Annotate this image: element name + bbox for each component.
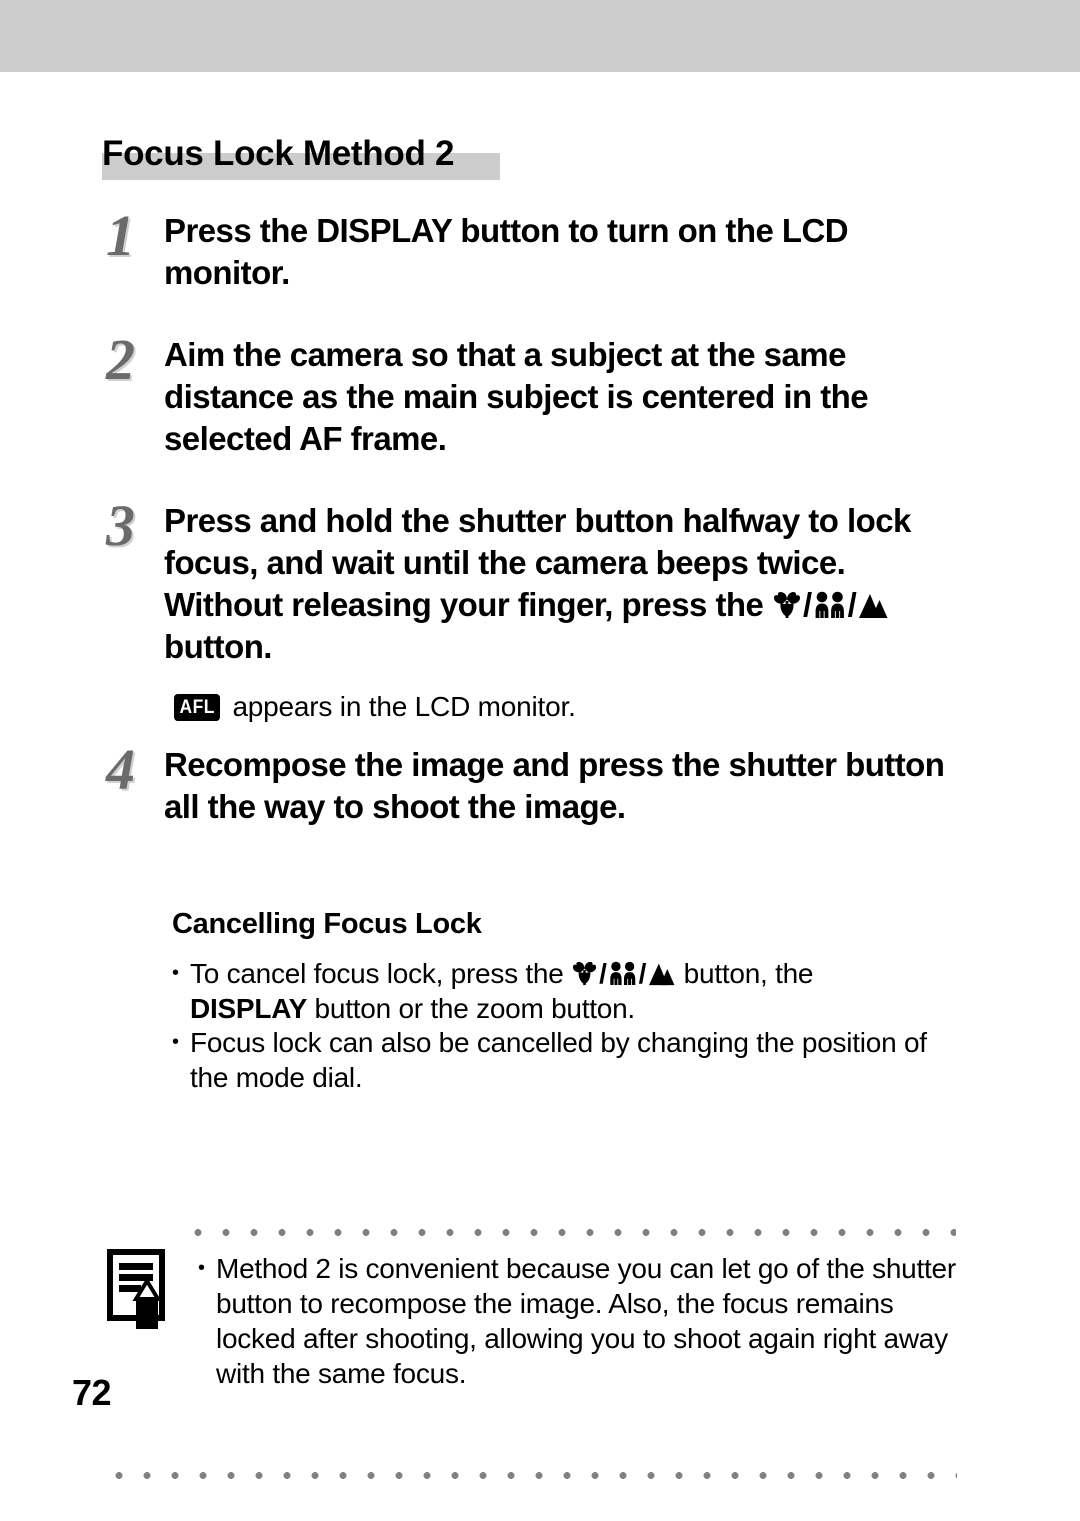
camera-mode-icon-group: / / (772, 584, 889, 626)
step-3-text: Press and hold the shutter button halfwa… (164, 500, 964, 668)
top-gray-band (0, 0, 1080, 72)
cancelling-focus-lock-heading: Cancelling Focus Lock (172, 908, 482, 940)
memo-note-icon (103, 1245, 175, 1338)
step-4: 4 Recompose the image and press the shut… (100, 737, 964, 828)
page-title: Focus Lock Method 2 (102, 134, 455, 173)
macro-flower-icon (572, 961, 597, 986)
bullet-dot-icon: • (172, 962, 179, 984)
macro-flower-icon (773, 592, 800, 618)
landscape-mountain-icon (649, 963, 675, 986)
afl-badge: AFL (174, 693, 221, 721)
step-2-number: 2 (106, 327, 135, 392)
step-2-text: Aim the camera so that a subject at the … (164, 336, 869, 457)
portrait-two-people-icon (609, 961, 635, 985)
manual-page: Focus Lock Method 2 1 Press the DISPLAY … (0, 72, 1080, 1521)
portrait-two-people-icon (815, 591, 844, 618)
step-3-text-tail: button. (164, 628, 272, 665)
cancel-b2-text: Focus lock can also be cancelled by chan… (190, 1027, 927, 1093)
cancel-b1-mid: button, the (676, 958, 814, 989)
step-3: 3 Press and hold the shutter button half… (100, 493, 964, 668)
afl-indicator-note: AFL appears in the LCD monitor. (172, 689, 576, 725)
afl-note-text: appears in the LCD monitor. (232, 691, 576, 722)
note-bullet-text: Method 2 is convenient because you can l… (216, 1253, 956, 1389)
icon-separator-1: / (802, 586, 812, 623)
cancel-b1-tail: button or the zoom button. (307, 993, 636, 1024)
step-1: 1 Press the DISPLAY button to turn on th… (100, 203, 964, 294)
step-1-number: 1 (106, 203, 135, 268)
icon-separator-1: / (599, 958, 607, 989)
step-4-text: Recompose the image and press the shutte… (164, 746, 945, 825)
note-dotted-rule-top (184, 1229, 956, 1236)
step-2: 2 Aim the camera so that a subject at th… (100, 327, 964, 460)
bullet-dot-icon: • (198, 1257, 205, 1279)
page-number: 72 (72, 1372, 112, 1413)
step-3-number: 3 (106, 493, 135, 558)
landscape-mountain-icon (859, 594, 888, 618)
icon-separator-2: / (847, 586, 857, 623)
note-dotted-rule-bottom (105, 1472, 957, 1479)
cancel-b1-lead: To cancel focus lock, press the (190, 958, 572, 989)
display-button-label: DISPLAY (190, 993, 308, 1024)
step-1-text: Press the DISPLAY button to turn on the … (164, 212, 849, 291)
icon-separator-2: / (638, 958, 647, 989)
step-4-number: 4 (106, 737, 135, 802)
cancelling-bullet-1: • To cancel focus lock, press the / / bu… (172, 956, 932, 1026)
note-bullet: • Method 2 is convenient because you can… (198, 1251, 958, 1391)
camera-mode-icon-group: / / (571, 956, 676, 991)
bullet-dot-icon: • (172, 1031, 179, 1053)
cancelling-bullet-2: • Focus lock can also be cancelled by ch… (172, 1025, 932, 1095)
